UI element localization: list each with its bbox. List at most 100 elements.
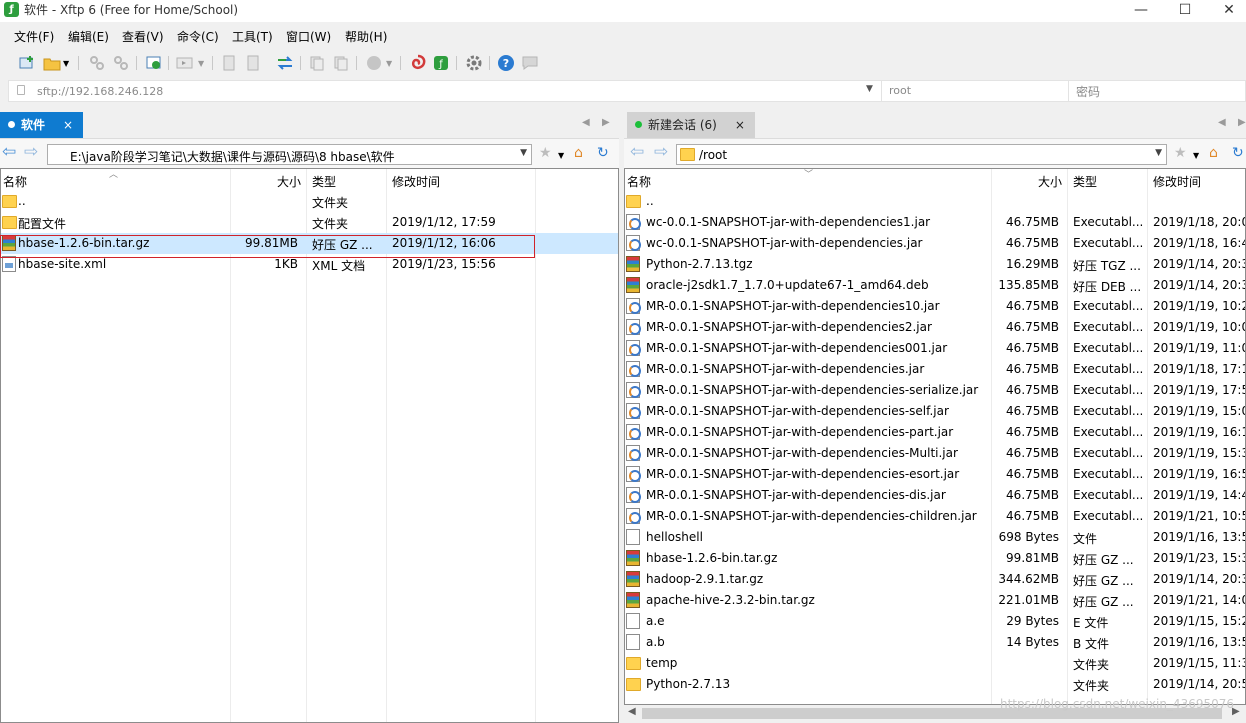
tab-next-icon[interactable]: ▶ (1238, 117, 1246, 128)
copy-icon[interactable] (308, 54, 326, 72)
forward-icon[interactable]: ⇨ (24, 144, 38, 161)
col-size[interactable]: 大小 (1038, 173, 1062, 190)
file-modified: 2019/1/15, 15:27 (1153, 614, 1245, 628)
file-row[interactable]: MR-0.0.1-SNAPSHOT-jar-with-dependencies-… (625, 443, 1245, 464)
tab-prev-icon[interactable]: ◀ (582, 117, 590, 128)
bookmark-dropdown-icon[interactable]: ▼ (1193, 149, 1199, 163)
tab-remote-session[interactable]: 新建会话 (6) × (627, 112, 755, 138)
globe-icon[interactable] (365, 54, 383, 72)
bookmark-star-icon[interactable]: ★ (1174, 146, 1187, 160)
back-icon[interactable]: ⇦ (2, 144, 16, 161)
chat-icon[interactable] (521, 54, 539, 72)
menu-edit[interactable]: 编辑(E) (68, 28, 109, 45)
file-name: apache-hive-2.3.2-bin.tar.gz (646, 593, 815, 607)
col-modified[interactable]: 修改时间 (1153, 173, 1201, 190)
menu-command[interactable]: 命令(C) (177, 28, 219, 45)
path-dropdown-icon[interactable]: ▼ (1155, 148, 1162, 158)
file-row[interactable]: wc-0.0.1-SNAPSHOT-jar-with-dependencies.… (625, 233, 1245, 254)
file-row[interactable]: MR-0.0.1-SNAPSHOT-jar-with-dependencies-… (625, 380, 1245, 401)
paste-icon[interactable] (332, 54, 350, 72)
file-row[interactable]: .. (625, 191, 1245, 212)
minimize-button[interactable]: — (1118, 0, 1164, 22)
address-dropdown-icon[interactable]: ▼ (866, 84, 873, 94)
file-row[interactable]: MR-0.0.1-SNAPSHOT-jar-with-dependencies-… (625, 464, 1245, 485)
file-row[interactable]: MR-0.0.1-SNAPSHOT-jar-with-dependencies0… (625, 338, 1245, 359)
file-row[interactable]: MR-0.0.1-SNAPSHOT-jar-with-dependencies-… (625, 401, 1245, 422)
col-size[interactable]: 大小 (277, 173, 301, 190)
file-row[interactable]: a.b 14 Bytes B 文件 2019/1/16, 13:55 (625, 632, 1245, 653)
disconnect-icon[interactable] (112, 54, 130, 72)
file-row[interactable]: a.e 29 Bytes E 文件 2019/1/15, 15:27 (625, 611, 1245, 632)
file-row[interactable]: MR-0.0.1-SNAPSHOT-jar-with-dependencies-… (625, 422, 1245, 443)
transfer-dropdown-icon[interactable]: ▼ (198, 59, 216, 77)
file-row[interactable]: oracle-j2sdk1.7_1.7.0+update67-1_amd64.d… (625, 275, 1245, 296)
jar-icon (626, 403, 641, 419)
col-type[interactable]: 类型 (312, 173, 336, 190)
bookmark-star-icon[interactable]: ★ (539, 146, 552, 160)
path-dropdown-icon[interactable]: ▼ (520, 148, 527, 158)
back-icon[interactable]: ⇦ (630, 144, 644, 161)
file-row[interactable]: helloshell 698 Bytes 文件 2019/1/16, 13:56 (625, 527, 1245, 548)
tab-local[interactable]: 软件 × (0, 112, 84, 138)
help-icon[interactable]: ? (497, 54, 515, 72)
new-session-icon[interactable] (18, 54, 36, 72)
file-row[interactable]: MR-0.0.1-SNAPSHOT-jar-with-dependencies.… (625, 359, 1245, 380)
menu-window[interactable]: 窗口(W) (286, 28, 331, 45)
file-row[interactable]: apache-hive-2.3.2-bin.tar.gz 221.01MB 好压 G… (625, 590, 1245, 611)
transfer-icon[interactable] (176, 54, 194, 72)
open-folder-icon[interactable] (43, 54, 61, 72)
col-name[interactable]: 名称 (3, 173, 27, 190)
file-row[interactable]: 配置文件 文件夹 2019/1/12, 17:59 (1, 212, 618, 233)
globe-dropdown-icon[interactable]: ▼ (386, 59, 404, 77)
file-row[interactable]: MR-0.0.1-SNAPSHOT-jar-with-dependencies-… (625, 485, 1245, 506)
sync-icon[interactable] (145, 54, 163, 72)
file-row[interactable]: temp 文件夹 2019/1/15, 11:32 (625, 653, 1245, 674)
connect-icon[interactable] (88, 54, 106, 72)
file-modified: 2019/1/14, 20:37 (1153, 278, 1245, 292)
col-modified[interactable]: 修改时间 (392, 173, 440, 190)
bookmark-dropdown-icon[interactable]: ▼ (558, 149, 564, 163)
archive-icon (626, 256, 640, 272)
menu-view[interactable]: 查看(V) (122, 28, 164, 45)
properties-icon[interactable] (220, 54, 238, 72)
gear-icon[interactable] (465, 54, 483, 72)
local-path-input[interactable]: E:\java阶段学习笔记\大数据\课件与源码\源码\8 hbase\软件 ▼ (47, 144, 532, 165)
maximize-button[interactable]: ☐ (1162, 0, 1208, 22)
document-icon[interactable] (244, 54, 262, 72)
file-row[interactable]: MR-0.0.1-SNAPSHOT-jar-with-dependencies2… (625, 317, 1245, 338)
swap-panes-icon[interactable] (276, 54, 294, 72)
password-input[interactable]: 密码 (1076, 83, 1100, 100)
file-row[interactable]: hbase-1.2.6-bin.tar.gz 99.81MB 好压 GZ ... 20… (625, 548, 1245, 569)
file-row[interactable]: MR-0.0.1-SNAPSHOT-jar-with-dependencies-… (625, 506, 1245, 527)
menu-help[interactable]: 帮助(H) (345, 28, 387, 45)
xftp-icon[interactable]: ƒ (432, 54, 450, 72)
scroll-left-icon[interactable]: ◀ (628, 706, 636, 717)
file-row[interactable]: hadoop-2.9.1.tar.gz 344.62MB 好压 GZ ... 2019… (625, 569, 1245, 590)
tab-prev-icon[interactable]: ◀ (1218, 117, 1226, 128)
xftp-app-icon: ƒ (4, 2, 19, 17)
menu-file[interactable]: 文件(F) (14, 28, 54, 45)
file-row[interactable]: wc-0.0.1-SNAPSHOT-jar-with-dependencies1… (625, 212, 1245, 233)
tab-close-icon[interactable]: × (735, 118, 745, 132)
col-name[interactable]: 名称 (627, 173, 651, 190)
refresh-icon[interactable]: ↻ (1232, 146, 1244, 160)
netsarang-icon[interactable] (409, 54, 427, 72)
forward-icon[interactable]: ⇨ (654, 144, 668, 161)
remote-path-input[interactable]: /root ▼ (676, 144, 1167, 165)
col-type[interactable]: 类型 (1073, 173, 1097, 190)
file-row[interactable]: MR-0.0.1-SNAPSHOT-jar-with-dependencies1… (625, 296, 1245, 317)
host-address-input[interactable]: sftp://192.168.246.128 (37, 85, 163, 98)
home-icon[interactable]: ⌂ (1209, 146, 1218, 160)
refresh-icon[interactable]: ↻ (597, 146, 609, 160)
tab-close-icon[interactable]: × (63, 118, 73, 132)
close-button[interactable]: ✕ (1206, 0, 1246, 22)
file-row[interactable]: Python-2.7.13 文件夹 2019/1/14, 20:54 (625, 674, 1245, 695)
file-icon (626, 634, 640, 650)
file-row[interactable]: .. 文件夹 (1, 191, 618, 212)
tab-next-icon[interactable]: ▶ (602, 117, 610, 128)
menu-tools[interactable]: 工具(T) (232, 28, 273, 45)
file-row[interactable]: Python-2.7.13.tgz 16.29MB 好压 TGZ ... 2019/1… (625, 254, 1245, 275)
tab-local-label: 软件 (21, 118, 46, 132)
username-input[interactable]: root (889, 84, 911, 97)
home-icon[interactable]: ⌂ (574, 146, 583, 160)
